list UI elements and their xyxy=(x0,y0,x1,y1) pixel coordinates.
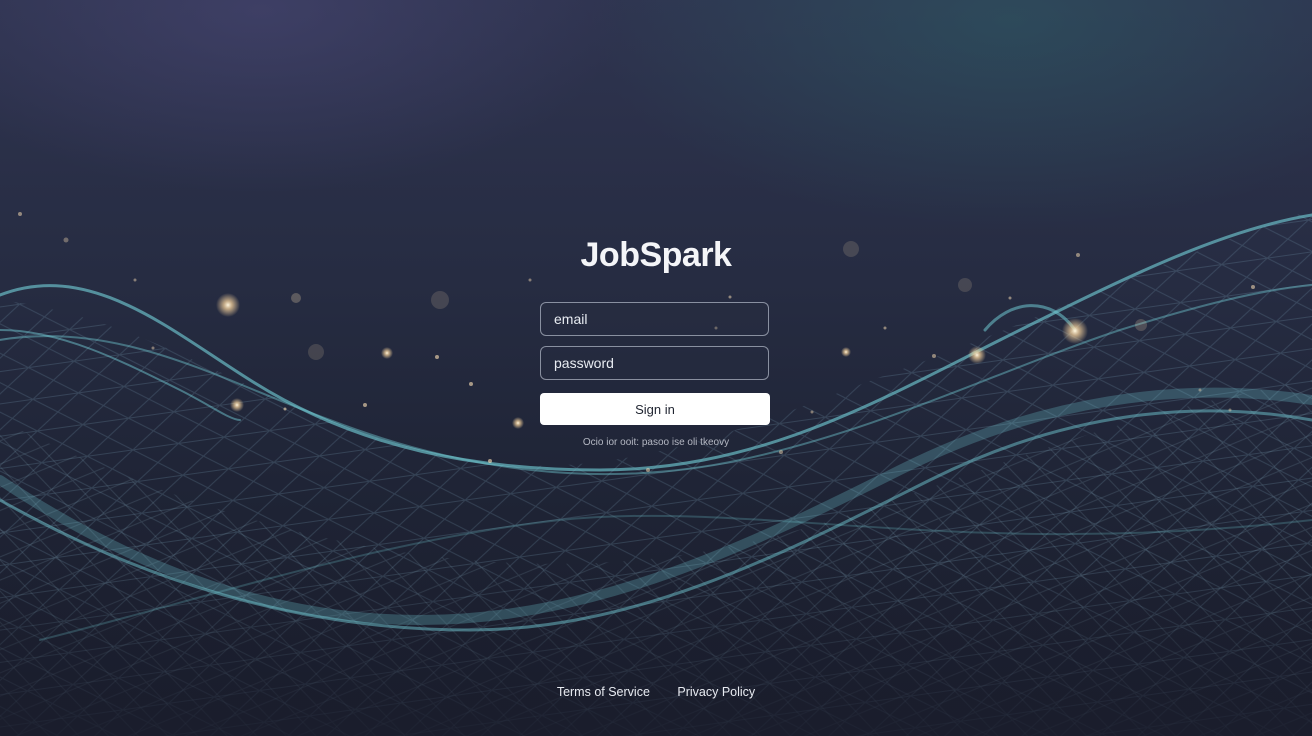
forgot-password-link[interactable]: Ocio ior ooit: pasoo ise oli tkeovy xyxy=(0,437,1312,448)
privacy-policy-link[interactable]: Privacy Policy xyxy=(677,685,755,699)
terms-of-service-link[interactable]: Terms of Service xyxy=(557,685,650,699)
app-logo-title: JobSpark xyxy=(580,236,732,274)
password-input[interactable] xyxy=(540,346,769,380)
login-screen: JobSpark Sign in Ocio ior ooit: pasoo is… xyxy=(0,0,1312,736)
footer-links: Terms of Service Privacy Policy xyxy=(0,685,1312,699)
sign-in-button[interactable]: Sign in xyxy=(540,393,770,425)
email-input[interactable] xyxy=(540,302,769,336)
